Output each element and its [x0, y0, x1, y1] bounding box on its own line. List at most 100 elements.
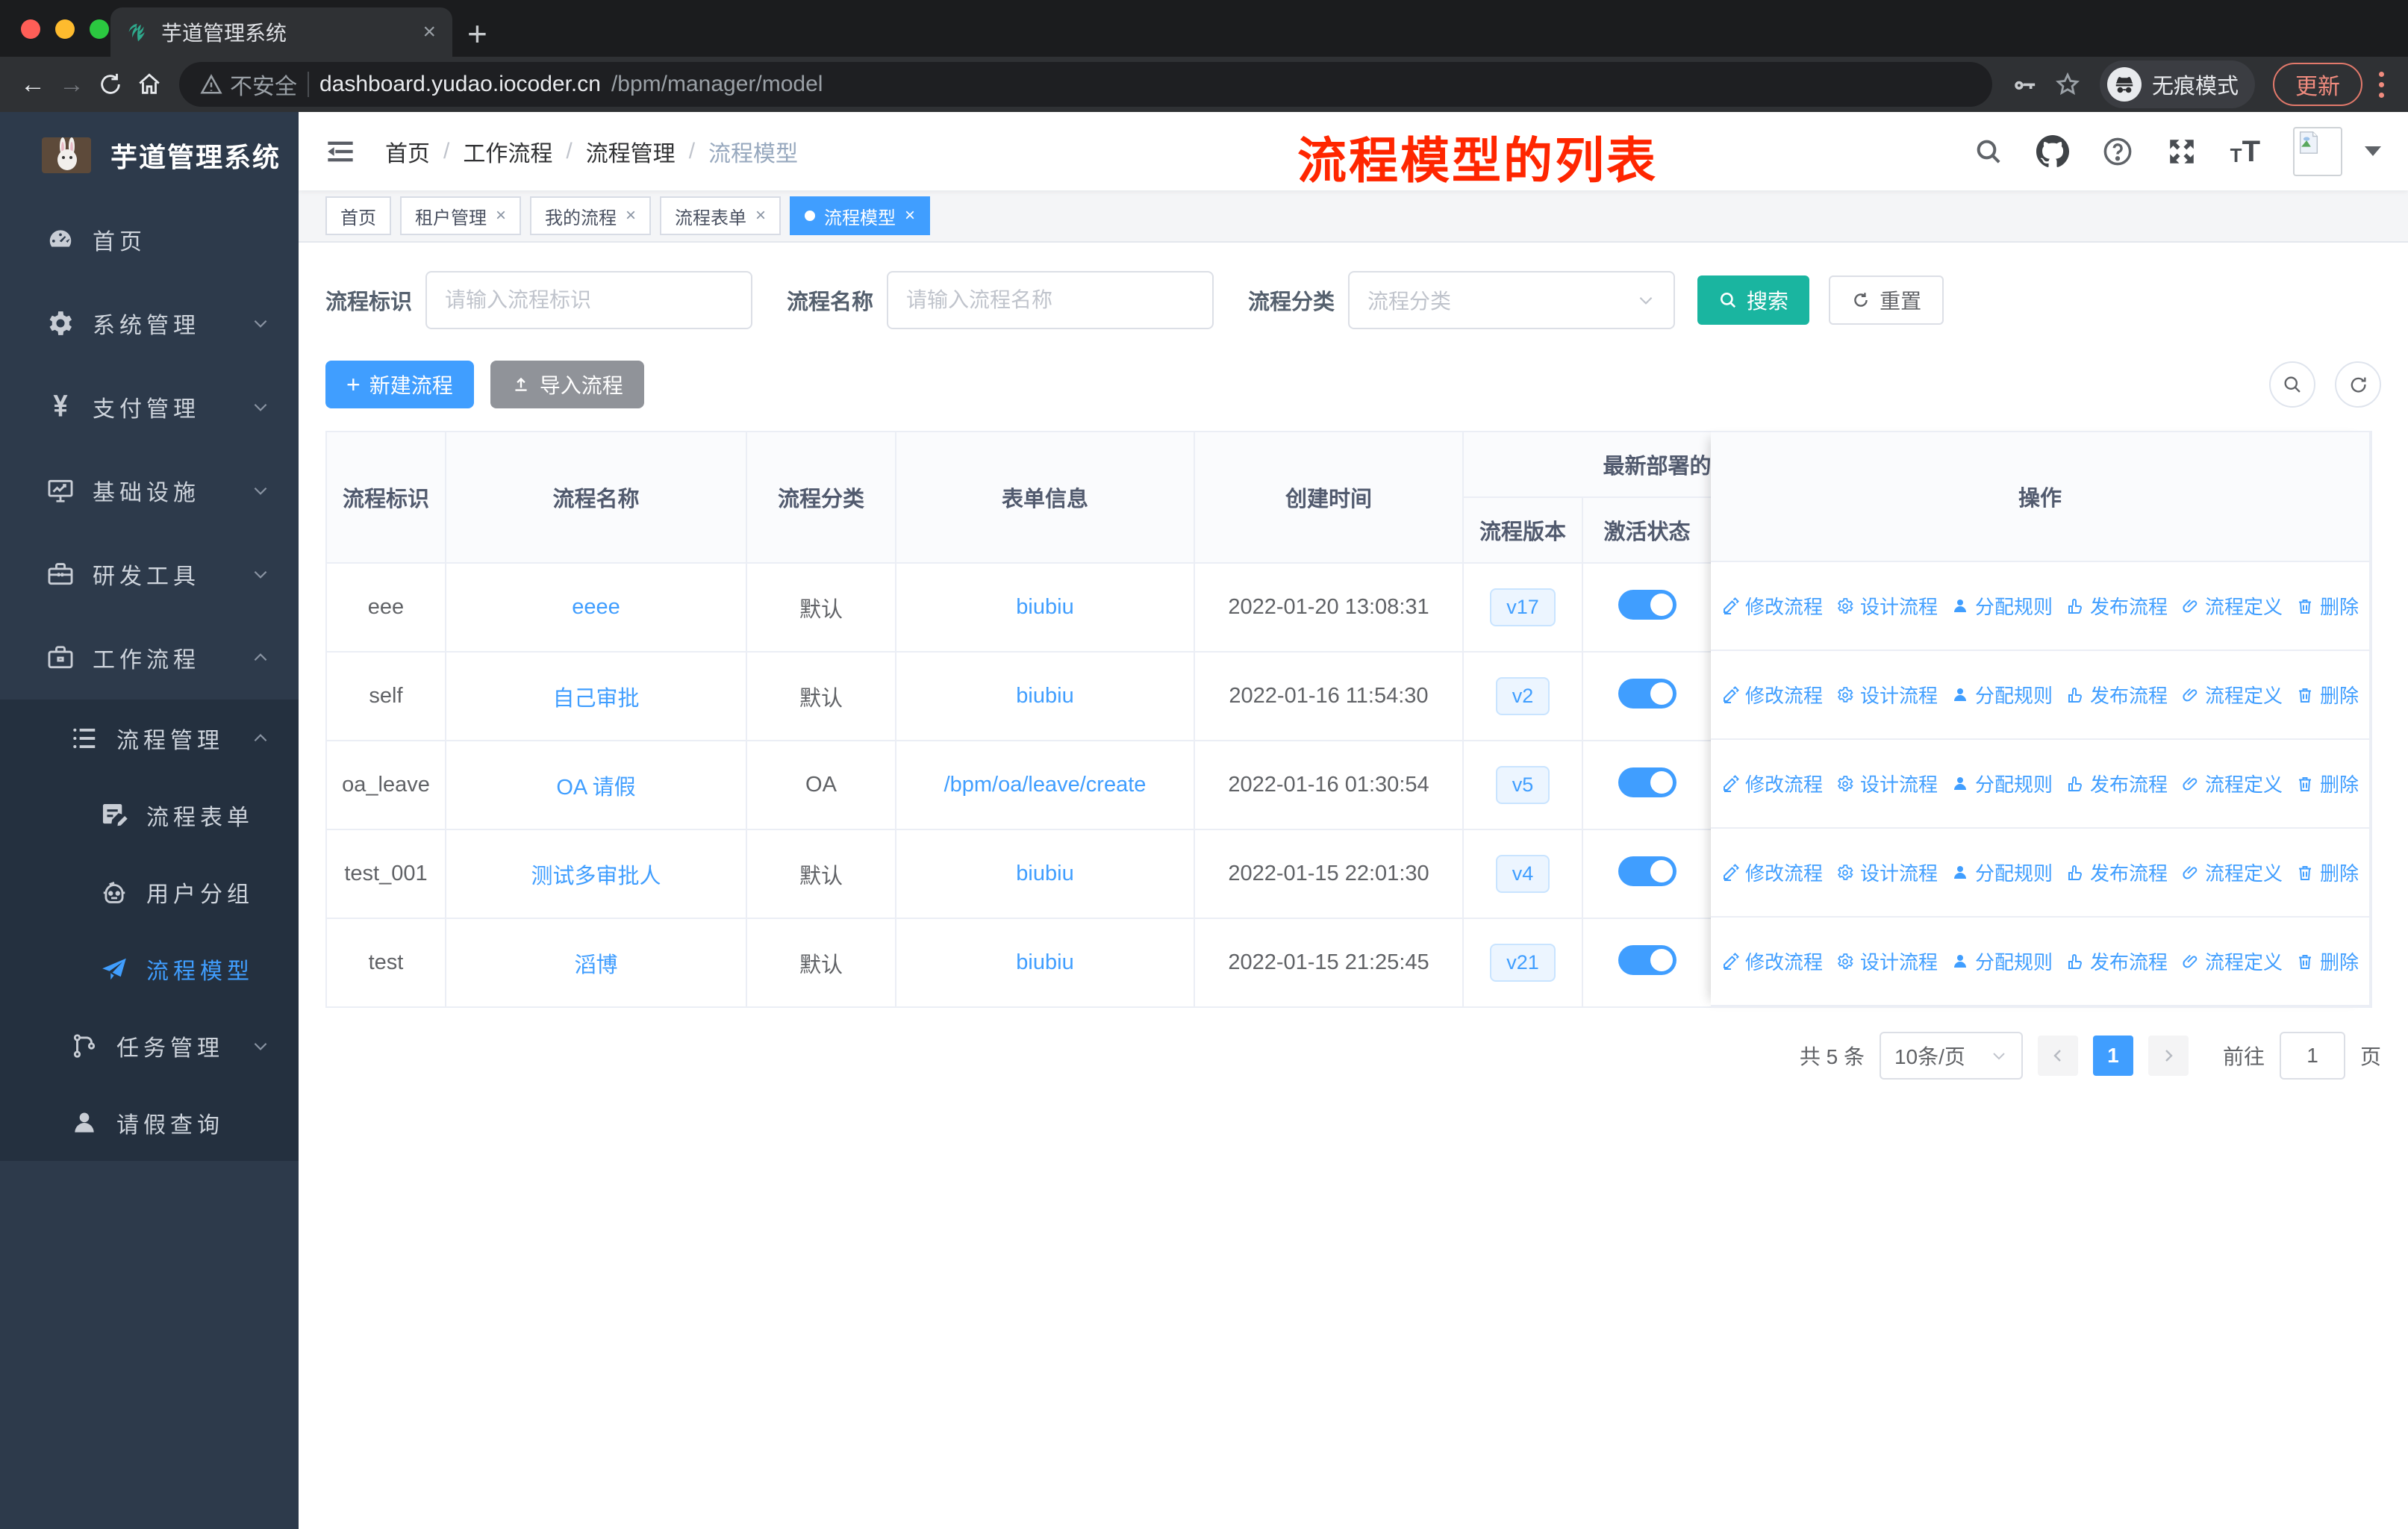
assign-user-link[interactable]: 分配规则: [1951, 770, 2053, 797]
pencil-link[interactable]: 修改流程: [1721, 592, 1823, 620]
fullscreen-icon[interactable]: [2166, 136, 2198, 167]
assign-user-link[interactable]: 分配规则: [1951, 859, 2053, 886]
page-size-select[interactable]: 10条/页: [1879, 1032, 2023, 1080]
model-name-link[interactable]: 自己审批: [552, 687, 639, 711]
password-key-icon[interactable]: [2012, 72, 2037, 97]
model-name-link[interactable]: eeee: [572, 595, 620, 619]
refresh-table-icon[interactable]: [2335, 361, 2381, 408]
tab-close-icon[interactable]: ×: [422, 19, 436, 45]
sidebar-item-9[interactable]: 流程模型: [0, 930, 299, 1007]
definition-link-link[interactable]: 流程定义: [2181, 681, 2283, 709]
current-page-button[interactable]: 1: [2092, 1036, 2133, 1076]
model-key-input[interactable]: [425, 271, 753, 329]
caret-down-icon[interactable]: [2365, 146, 2381, 156]
help-icon[interactable]: [2102, 136, 2133, 167]
breadcrumb-item[interactable]: 流程管理: [586, 135, 676, 168]
sidebar-item-2[interactable]: 支付管理: [0, 365, 299, 449]
tag-2[interactable]: 我的流程 ×: [530, 196, 652, 235]
avatar[interactable]: [2293, 126, 2342, 176]
breadcrumb-item[interactable]: 首页: [385, 135, 430, 168]
publish-hand-link[interactable]: 发布流程: [2066, 592, 2168, 620]
active-toggle[interactable]: [1618, 589, 1676, 620]
design-gear-link[interactable]: 设计流程: [1836, 592, 1938, 620]
design-gear-link[interactable]: 设计流程: [1836, 681, 1938, 709]
tag-close-icon[interactable]: ×: [905, 205, 915, 226]
pencil-link[interactable]: 修改流程: [1721, 770, 1823, 797]
search-button[interactable]: 搜索: [1697, 275, 1810, 325]
active-toggle[interactable]: [1618, 678, 1676, 709]
sidebar-item-10[interactable]: 任务管理: [0, 1007, 299, 1084]
back-icon[interactable]: ←: [13, 70, 52, 99]
zoom-window-button[interactable]: [90, 19, 109, 39]
trash-link[interactable]: 删除: [2296, 592, 2359, 620]
publish-hand-link[interactable]: 发布流程: [2066, 947, 2168, 975]
sidebar-item-8[interactable]: 用户分组: [0, 853, 299, 930]
tag-3[interactable]: 流程表单 ×: [660, 196, 782, 235]
create-model-button[interactable]: + 新建流程: [325, 361, 474, 408]
goto-page-input[interactable]: [2279, 1032, 2345, 1080]
design-gear-link[interactable]: 设计流程: [1836, 770, 1938, 797]
sidebar-item-6[interactable]: 流程管理: [0, 700, 299, 776]
show-search-icon[interactable]: [2269, 361, 2315, 408]
browser-tab[interactable]: 芋道管理系统 ×: [110, 7, 452, 57]
prev-page-button[interactable]: [2037, 1036, 2078, 1076]
definition-link-link[interactable]: 流程定义: [2181, 592, 2283, 620]
trash-link[interactable]: 删除: [2296, 859, 2359, 886]
reset-button[interactable]: 重置: [1829, 275, 1944, 325]
form-info-link[interactable]: biubiu: [1016, 595, 1073, 619]
tag-close-icon[interactable]: ×: [496, 205, 506, 226]
assign-user-link[interactable]: 分配规则: [1951, 947, 2053, 975]
pencil-link[interactable]: 修改流程: [1721, 681, 1823, 709]
tag-close-icon[interactable]: ×: [626, 205, 636, 226]
definition-link-link[interactable]: 流程定义: [2181, 947, 2283, 975]
publish-hand-link[interactable]: 发布流程: [2066, 859, 2168, 886]
close-window-button[interactable]: [21, 19, 40, 39]
design-gear-link[interactable]: 设计流程: [1836, 947, 1938, 975]
browser-menu-icon[interactable]: [2379, 71, 2384, 98]
active-toggle[interactable]: [1618, 856, 1676, 886]
model-name-link[interactable]: 测试多审批人: [531, 865, 661, 888]
bookmark-star-icon[interactable]: [2055, 72, 2080, 97]
pencil-link[interactable]: 修改流程: [1721, 859, 1823, 886]
sidebar-item-7[interactable]: 流程表单: [0, 776, 299, 853]
model-name-link[interactable]: OA 请假: [556, 776, 635, 800]
import-model-button[interactable]: 导入流程: [490, 361, 644, 408]
update-button[interactable]: 更新: [2273, 63, 2362, 106]
category-select[interactable]: 流程分类: [1348, 271, 1676, 329]
publish-hand-link[interactable]: 发布流程: [2066, 681, 2168, 709]
tag-4[interactable]: 流程模型 ×: [790, 196, 931, 235]
hamburger-icon[interactable]: [325, 137, 355, 166]
home-icon[interactable]: [130, 72, 169, 97]
minimize-window-button[interactable]: [55, 19, 75, 39]
form-info-link[interactable]: biubiu: [1016, 862, 1073, 885]
trash-link[interactable]: 删除: [2296, 947, 2359, 975]
security-warning[interactable]: 不安全: [200, 68, 297, 101]
tag-close-icon[interactable]: ×: [755, 205, 766, 226]
forward-icon[interactable]: →: [52, 70, 91, 99]
github-icon[interactable]: [2036, 134, 2069, 168]
breadcrumb-item[interactable]: 工作流程: [463, 135, 552, 168]
search-icon[interactable]: [1974, 137, 2003, 166]
publish-hand-link[interactable]: 发布流程: [2066, 770, 2168, 797]
sidebar-item-11[interactable]: 请假查询: [0, 1084, 299, 1161]
sidebar-item-1[interactable]: 系统管理: [0, 281, 299, 365]
trash-link[interactable]: 删除: [2296, 681, 2359, 709]
definition-link-link[interactable]: 流程定义: [2181, 770, 2283, 797]
sidebar-item-0[interactable]: 首页: [0, 198, 299, 281]
form-info-link[interactable]: /bpm/oa/leave/create: [944, 773, 1147, 797]
model-name-link[interactable]: 滔博: [574, 953, 617, 977]
assign-user-link[interactable]: 分配规则: [1951, 592, 2053, 620]
active-toggle[interactable]: [1618, 944, 1676, 975]
active-toggle[interactable]: [1618, 767, 1676, 797]
font-size-icon[interactable]: TT: [2230, 137, 2260, 166]
tag-0[interactable]: 首页: [325, 196, 391, 235]
form-info-link[interactable]: biubiu: [1016, 950, 1073, 974]
assign-user-link[interactable]: 分配规则: [1951, 681, 2053, 709]
tag-1[interactable]: 租户管理 ×: [400, 196, 522, 235]
design-gear-link[interactable]: 设计流程: [1836, 859, 1938, 886]
sidebar-item-3[interactable]: 基础设施: [0, 449, 299, 532]
reload-icon[interactable]: [91, 72, 130, 97]
trash-link[interactable]: 删除: [2296, 770, 2359, 797]
address-bar[interactable]: 不安全 dashboard.yudao.iocoder.cn/bpm/manag…: [179, 62, 1992, 107]
definition-link-link[interactable]: 流程定义: [2181, 859, 2283, 886]
